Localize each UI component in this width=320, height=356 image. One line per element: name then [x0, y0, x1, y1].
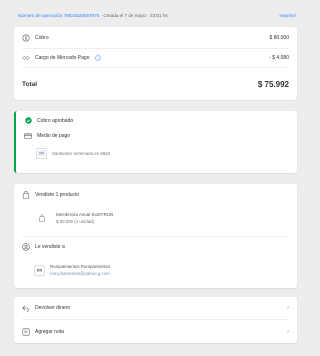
refund-action[interactable]: Devolver dinero ›: [14, 297, 297, 319]
operation-info: Número de operación 79824525557976 · Cre…: [18, 13, 168, 18]
buyer-name: Rompamientos Rompamientos: [50, 264, 111, 270]
refund-label: Devolver dinero: [35, 305, 71, 311]
cobro-row: $ Cobro $ 80.000: [14, 27, 297, 48]
person-icon: [22, 243, 30, 251]
chevron-right-icon: ›: [287, 305, 289, 311]
buyer-row: RR Rompamientos Rompamientos romy.barrie…: [14, 257, 297, 283]
total-row: Total $ 75.992: [14, 68, 297, 100]
cobro-value: $ 80.000: [269, 34, 289, 41]
total-value: $ 75.992: [257, 79, 289, 89]
svg-text:RR: RR: [37, 268, 43, 272]
print-link[interactable]: Imprimir: [279, 13, 296, 18]
bag-icon: [22, 190, 30, 199]
product-name: Membresía Anual SUDYRUN: [56, 212, 114, 218]
add-note-action[interactable]: Agregar nota ›: [14, 320, 297, 343]
payment-method-title-row: Medio de pago: [16, 130, 297, 142]
info-icon[interactable]: [94, 54, 102, 62]
operation-header: Número de operación 79824525557976 · Cre…: [18, 13, 296, 18]
product-icon: [38, 214, 46, 222]
check-circle-icon: [24, 117, 32, 125]
actions-card: Devolver dinero › Agregar nota ›: [14, 297, 297, 343]
buyer-title-row: Le vendiste a: [14, 237, 297, 257]
payment-method-title: Medio de pago: [37, 133, 71, 139]
status-row: Cobro aprobado: [16, 111, 297, 130]
cobro-label: Cobro: [35, 34, 49, 41]
sale-details-card: Vendiste 1 producto Membresía Anual SUDY…: [14, 184, 297, 288]
payment-method-value: Santander terminada en 5963: [52, 150, 111, 156]
cargo-row: Cargo de Mercado Pago - $ 4.080: [14, 49, 297, 67]
payment-method-row: VIS Santander terminada en 5963: [16, 142, 297, 164]
buyer-email[interactable]: romy.barrientos@yahoo.g.com: [50, 271, 110, 276]
cargo-label: Cargo de Mercado Pago: [35, 55, 90, 61]
payment-status-card: Cobro aprobado Medio de pago VIS Santand…: [14, 111, 297, 173]
chevron-right-icon: ›: [287, 328, 289, 335]
buyer-title: Le vendiste a: [35, 244, 65, 250]
note-icon: [22, 328, 30, 336]
approved-label: Cobro aprobado: [37, 117, 74, 124]
undo-arrow-icon: [22, 304, 30, 312]
summary-card: $ Cobro $ 80.000 Cargo de Mercado Pago -…: [14, 27, 297, 100]
handshake-icon: [22, 54, 30, 62]
total-label: Total: [22, 80, 38, 88]
cargo-value: - $ 4.080: [269, 55, 289, 61]
seller-title-row: Vendiste 1 producto: [14, 184, 297, 205]
buyer-avatar-icon: RR: [34, 264, 45, 276]
operation-number-link[interactable]: Número de operación 79824525557976: [18, 13, 99, 18]
money-icon: $: [22, 33, 30, 42]
product-row: Membresía Anual SUDYRUN $ 80.000 (1 unid…: [14, 205, 297, 231]
bank-logo-icon: VIS: [36, 147, 47, 159]
svg-text:$: $: [25, 35, 28, 40]
operation-created: · Creada el 7 de mayo · 23:01 hs: [99, 13, 168, 18]
seller-title: Vendiste 1 producto: [35, 191, 80, 198]
svg-text:VIS: VIS: [39, 151, 44, 155]
product-detail: $ 80.000 (1 unidad): [56, 218, 95, 224]
add-note-label: Agregar nota: [35, 328, 64, 335]
card-icon: [24, 132, 32, 140]
